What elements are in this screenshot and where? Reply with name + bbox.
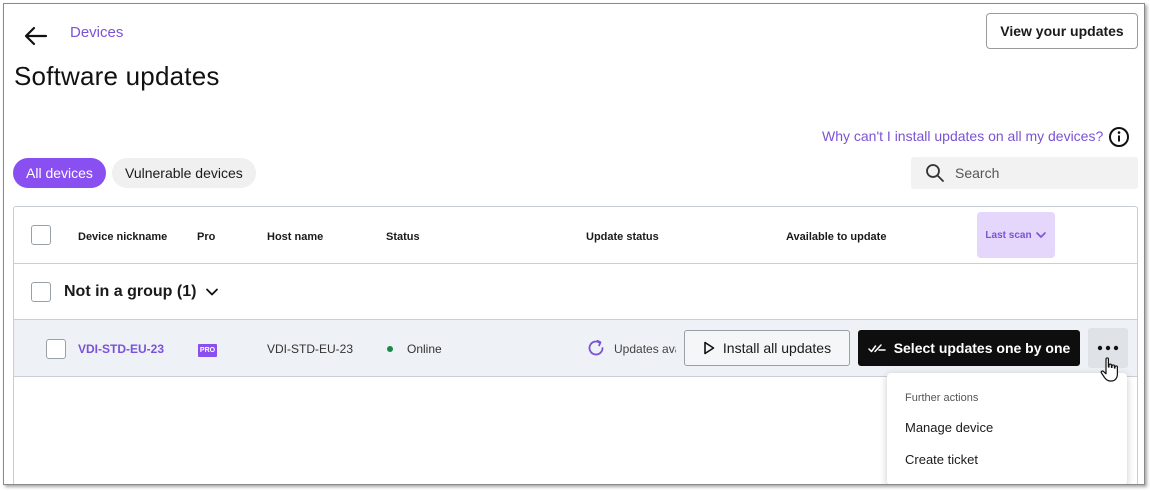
tab-vulnerable-devices[interactable]: Vulnerable devices [112, 158, 256, 188]
chevron-down-icon [1035, 232, 1046, 238]
status-text: Online [407, 342, 442, 356]
hand-cursor-icon [1099, 356, 1121, 384]
back-arrow-icon[interactable] [22, 22, 50, 50]
table-header: Device nickname Pro Host name Status Upd… [14, 207, 1137, 264]
further-actions-menu: Further actions Manage device Create tic… [887, 373, 1127, 484]
device-nickname-link[interactable]: VDI-STD-EU-23 [78, 342, 164, 356]
row-checkbox[interactable] [46, 339, 66, 359]
search-input[interactable] [955, 157, 1130, 189]
select-all-checkbox[interactable] [31, 225, 51, 245]
update-status-text: Updates available [614, 342, 676, 356]
column-update-status[interactable]: Update status [586, 231, 659, 243]
tab-all-devices[interactable]: All devices [13, 158, 106, 188]
breadcrumb-devices[interactable]: Devices [70, 24, 123, 41]
online-status-dot [387, 346, 393, 352]
install-all-updates-label: Install all updates [722, 340, 832, 356]
search-box [911, 157, 1138, 189]
column-pro[interactable]: Pro [197, 231, 215, 243]
group-label: Not in a group (1) [64, 283, 197, 300]
more-dots-icon [1097, 345, 1119, 351]
group-row[interactable]: Not in a group (1) [14, 264, 1137, 320]
host-name: VDI-STD-EU-23 [267, 342, 354, 356]
search-icon [925, 163, 945, 183]
page-title: Software updates [14, 61, 220, 91]
further-actions-heading: Further actions [905, 392, 979, 404]
menu-item-manage-device[interactable]: Manage device [905, 420, 993, 435]
column-device-nickname[interactable]: Device nickname [78, 231, 167, 243]
select-updates-label: Select updates one by one [893, 340, 1071, 356]
select-updates-one-by-one-button[interactable]: Select updates one by one [858, 330, 1080, 366]
play-icon [704, 341, 715, 355]
group-checkbox[interactable] [31, 282, 51, 302]
column-host-name[interactable]: Host name [267, 231, 323, 243]
app-window: Devices Software updates View your updat… [3, 3, 1145, 485]
info-icon[interactable] [1108, 126, 1130, 148]
menu-item-create-ticket[interactable]: Create ticket [905, 452, 978, 467]
table-row[interactable]: VDI-STD-EU-23 PRO VDI-STD-EU-23 Online U… [14, 320, 1137, 377]
checklist-icon [867, 344, 886, 353]
column-last-scan-sort[interactable]: Last scan [977, 212, 1055, 258]
last-scan-label: Last scan [985, 229, 1032, 241]
view-updates-button[interactable]: View your updates [986, 13, 1138, 49]
column-status[interactable]: Status [386, 231, 420, 243]
chevron-down-icon[interactable] [204, 284, 220, 300]
column-available-to-update[interactable]: Available to update [786, 231, 886, 243]
install-all-updates-button[interactable]: Install all updates [684, 330, 850, 366]
refresh-icon [586, 338, 606, 358]
pro-badge: PRO [198, 344, 217, 357]
why-cant-install-link[interactable]: Why can't I install updates on all my de… [822, 128, 1103, 144]
